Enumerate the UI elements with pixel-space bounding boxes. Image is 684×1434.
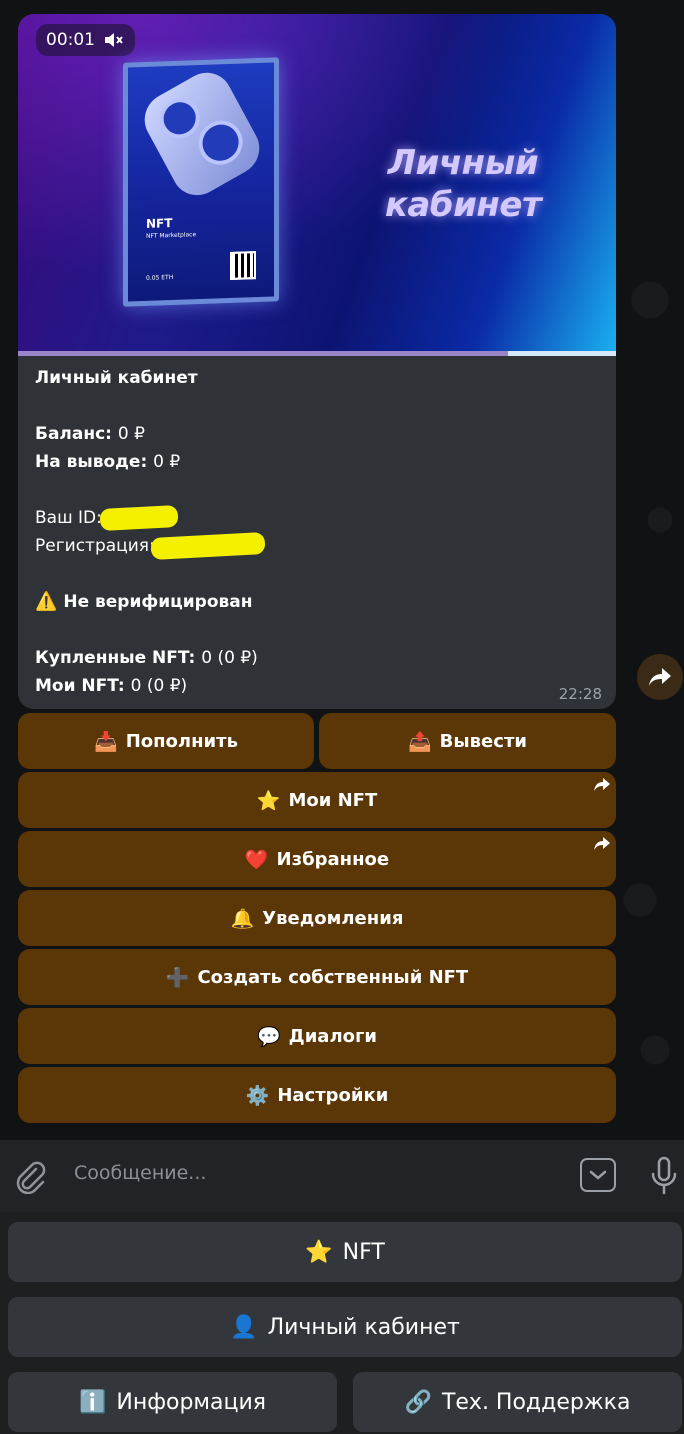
my-nft-value: 0 (0 ₽) xyxy=(130,676,188,696)
inbox-tray-icon: 📥 xyxy=(94,730,118,753)
message-input-bar: Сообщение... xyxy=(0,1140,684,1212)
heart-icon: ❤️ xyxy=(244,848,269,871)
redaction-mark xyxy=(99,504,179,532)
reply-keyboard: ⭐ NFT 👤 Личный кабинет ℹ️ Информация 🔗 Т… xyxy=(0,1212,684,1434)
microphone-icon[interactable] xyxy=(650,1156,678,1196)
forward-icon xyxy=(649,668,671,686)
registration-label: Регистрация: xyxy=(35,536,155,556)
video-progress-bar[interactable] xyxy=(18,351,616,356)
id-label: Ваш ID: xyxy=(35,508,102,528)
info-icon: ℹ️ xyxy=(78,1389,107,1415)
withdraw-label: На выводе: xyxy=(35,452,148,472)
my-nft-label: Мои NFT: xyxy=(35,676,125,696)
bought-nft-label: Купленные NFT: xyxy=(35,648,196,668)
withdraw-value: 0 ₽ xyxy=(153,452,181,472)
card-label: NFT xyxy=(146,215,173,231)
media-title-line1: Личный xyxy=(387,143,539,183)
message-text: Личный кабинет Баланс: 0 ₽ На выводе: 0 … xyxy=(35,364,595,700)
favorites-label: Избранное xyxy=(276,848,390,870)
media-title: Личный кабинет xyxy=(363,142,563,226)
info-button[interactable]: ℹ️ Информация xyxy=(8,1372,337,1432)
settings-button[interactable]: ⚙️ Настройки xyxy=(18,1067,616,1123)
camera-lens-icon xyxy=(190,112,251,173)
media-title-line2: кабинет xyxy=(384,185,542,225)
bell-icon: 🔔 xyxy=(230,907,255,930)
plus-icon: ➕ xyxy=(165,966,190,989)
card-price: 0.05 ETH xyxy=(146,273,174,282)
withdraw-button-label: Вывести xyxy=(439,730,527,752)
card-sublabel: NFT Marketplace xyxy=(146,231,197,240)
device-image xyxy=(135,63,269,205)
create-nft-label: Создать собственный NFT xyxy=(197,966,469,988)
nft-card-image: NFT NFT Marketplace 0.05 ETH xyxy=(123,57,279,307)
favorites-button[interactable]: ❤️ Избранное xyxy=(18,831,616,887)
balance-value: 0 ₽ xyxy=(117,424,145,444)
dialogs-button[interactable]: 💬 Диалоги xyxy=(18,1008,616,1064)
notifications-button[interactable]: 🔔 Уведомления xyxy=(18,890,616,946)
link-icon: 🔗 xyxy=(404,1389,432,1415)
verification-status: Не верифицирован xyxy=(63,592,253,612)
gear-icon: ⚙️ xyxy=(245,1084,270,1107)
inline-query-arrow-icon xyxy=(594,778,610,791)
star-icon: ⭐ xyxy=(256,789,281,812)
info-label: Информация xyxy=(116,1389,267,1415)
message-bubble: 00:01 NFT NFT Marketplace 0.05 ETH Личны… xyxy=(18,14,616,709)
forward-button[interactable] xyxy=(637,654,683,700)
deposit-label: Пополнить xyxy=(125,730,238,752)
message-heading: Личный кабинет xyxy=(35,368,198,388)
registration-row: Регистрация: xyxy=(35,532,595,560)
inline-query-arrow-icon xyxy=(594,837,610,850)
user-icon: 👤 xyxy=(230,1314,258,1340)
notifications-label: Уведомления xyxy=(262,907,404,929)
chevron-down-icon xyxy=(589,1170,607,1180)
support-label: Тех. Поддержка xyxy=(441,1389,631,1415)
settings-label: Настройки xyxy=(277,1084,389,1106)
video-time-pill: 00:01 xyxy=(36,24,135,56)
my-nft-button-label: Мои NFT xyxy=(288,789,378,811)
video-progress-fill xyxy=(18,351,509,356)
id-row: Ваш ID: xyxy=(35,504,595,532)
personal-account-button[interactable]: 👤 Личный кабинет xyxy=(8,1297,682,1357)
nft-menu-label: NFT xyxy=(342,1239,385,1265)
video-preview[interactable]: 00:01 NFT NFT Marketplace 0.05 ETH Личны… xyxy=(18,14,616,351)
personal-account-label: Личный кабинет xyxy=(267,1314,460,1340)
bought-nft-row: Купленные NFT: 0 (0 ₽) xyxy=(35,644,595,672)
qr-code-icon xyxy=(230,251,256,280)
mute-icon[interactable] xyxy=(103,30,125,50)
my-nft-row: Мои NFT: 0 (0 ₽) xyxy=(35,672,595,700)
message-input[interactable]: Сообщение... xyxy=(74,1162,206,1184)
balance-label: Баланс: xyxy=(35,424,112,444)
withdraw-button[interactable]: 📤 Вывести xyxy=(319,713,616,769)
keyboard-toggle-button[interactable] xyxy=(580,1158,616,1192)
speech-bubble-icon: 💬 xyxy=(256,1025,281,1048)
star-icon: ⭐ xyxy=(305,1239,333,1265)
bought-nft-value: 0 (0 ₽) xyxy=(201,648,258,668)
my-nft-button[interactable]: ⭐ Мои NFT xyxy=(18,772,616,828)
video-elapsed: 00:01 xyxy=(46,30,95,50)
create-nft-button[interactable]: ➕ Создать собственный NFT xyxy=(18,949,616,1005)
support-button[interactable]: 🔗 Тех. Поддержка xyxy=(353,1372,682,1432)
message-time: 22:28 xyxy=(558,685,602,703)
redaction-mark xyxy=(150,532,266,560)
verification-row: ⚠️ Не верифицирован xyxy=(35,588,595,616)
balance-row: Баланс: 0 ₽ xyxy=(35,420,595,448)
outbox-tray-icon: 📤 xyxy=(408,730,432,753)
dialogs-label: Диалоги xyxy=(288,1025,378,1047)
deposit-button[interactable]: 📥 Пополнить xyxy=(18,713,314,769)
nft-menu-button[interactable]: ⭐ NFT xyxy=(8,1222,682,1282)
warning-icon: ⚠️ xyxy=(35,591,58,612)
attach-icon[interactable] xyxy=(14,1160,46,1194)
withdraw-row: На выводе: 0 ₽ xyxy=(35,448,595,476)
